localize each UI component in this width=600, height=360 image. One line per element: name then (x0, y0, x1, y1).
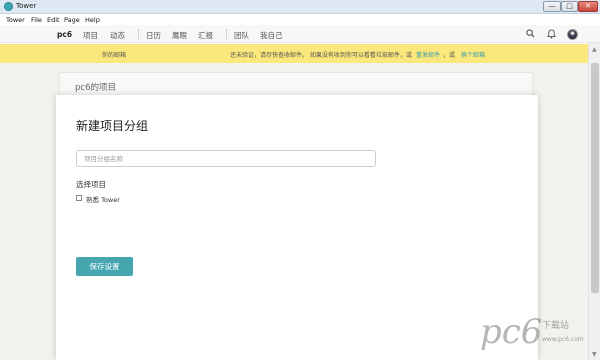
window-title: Tower (16, 2, 37, 10)
scroll-thumb[interactable] (591, 63, 599, 293)
project-card-title: pc6的项目 (75, 83, 116, 93)
dialog-title: 新建项目分组 (76, 119, 149, 133)
menu-help[interactable]: Help (85, 16, 100, 24)
maximize-button[interactable]: □ (561, 1, 578, 12)
scroll-down-icon[interactable]: ▼ (592, 351, 597, 358)
menu-tower[interactable]: Tower (6, 16, 25, 24)
nav-calendar[interactable]: 日历 (146, 30, 161, 41)
menu-edit[interactable]: Edit (47, 16, 60, 24)
window-titlebar[interactable]: Tower — □ ✕ (0, 0, 600, 14)
notice-message: 还未验证，请尽快查收邮件。 如果没有收到你可以看看垃圾邮件，或 (230, 52, 412, 59)
avatar[interactable] (567, 29, 578, 40)
project-checkbox[interactable] (76, 195, 82, 201)
save-settings-button[interactable]: 保存设置 (76, 257, 133, 276)
close-button[interactable]: ✕ (578, 1, 598, 12)
nav-team[interactable]: 团队 (234, 30, 249, 41)
select-project-label: 选择项目 (76, 180, 106, 189)
change-email-link[interactable]: 换个邮箱 (461, 50, 485, 59)
nav-me[interactable]: 我自己 (260, 30, 283, 41)
minimize-button[interactable]: — (543, 1, 561, 12)
menu-file[interactable]: File (31, 16, 42, 24)
notice-or: ，或 (443, 52, 456, 59)
verification-notice: 你的邮箱 还未验证，请尽快查收邮件。 如果没有收到你可以看看垃圾邮件，或 重发邮… (0, 44, 590, 63)
nav-projects[interactable]: 项目 (83, 30, 98, 41)
nav-eagle-eye[interactable]: 鹰眼 (172, 30, 187, 41)
new-group-dialog: 新建项目分组 选择项目 熟悉 Tower 保存设置 (56, 95, 538, 360)
watermark-url: www.pc6.com (542, 336, 584, 343)
nav-activity[interactable]: 动态 (110, 30, 125, 41)
app-navbar: pc6 项目 动态 日历 鹰眼 汇报 团队 我自己 (0, 25, 600, 43)
bell-icon[interactable] (546, 29, 557, 42)
search-icon[interactable] (526, 29, 535, 41)
team-name[interactable]: pc6 (57, 30, 72, 39)
watermark-logo-text: pc6 (480, 312, 543, 352)
nav-divider (138, 29, 139, 39)
watermark-logo: pc6 下载站 www.pc6.com (480, 312, 585, 356)
menu-page[interactable]: Page (64, 16, 80, 24)
notice-email: 你的邮箱 (102, 52, 127, 59)
scroll-up-icon[interactable]: ▲ (592, 46, 597, 53)
group-name-input[interactable] (76, 150, 376, 167)
watermark-tagline: 下载站 (542, 321, 570, 331)
resend-email-link[interactable]: 重发邮件 (416, 50, 440, 59)
nav-reports[interactable]: 汇报 (198, 30, 213, 41)
app-logo-icon (4, 2, 13, 11)
menu-bar: Tower File Edit Page Help (0, 14, 600, 25)
project-option-label[interactable]: 熟悉 Tower (86, 194, 120, 204)
nav-divider (226, 29, 227, 39)
vertical-scrollbar[interactable]: ▲ ▼ (588, 43, 600, 360)
